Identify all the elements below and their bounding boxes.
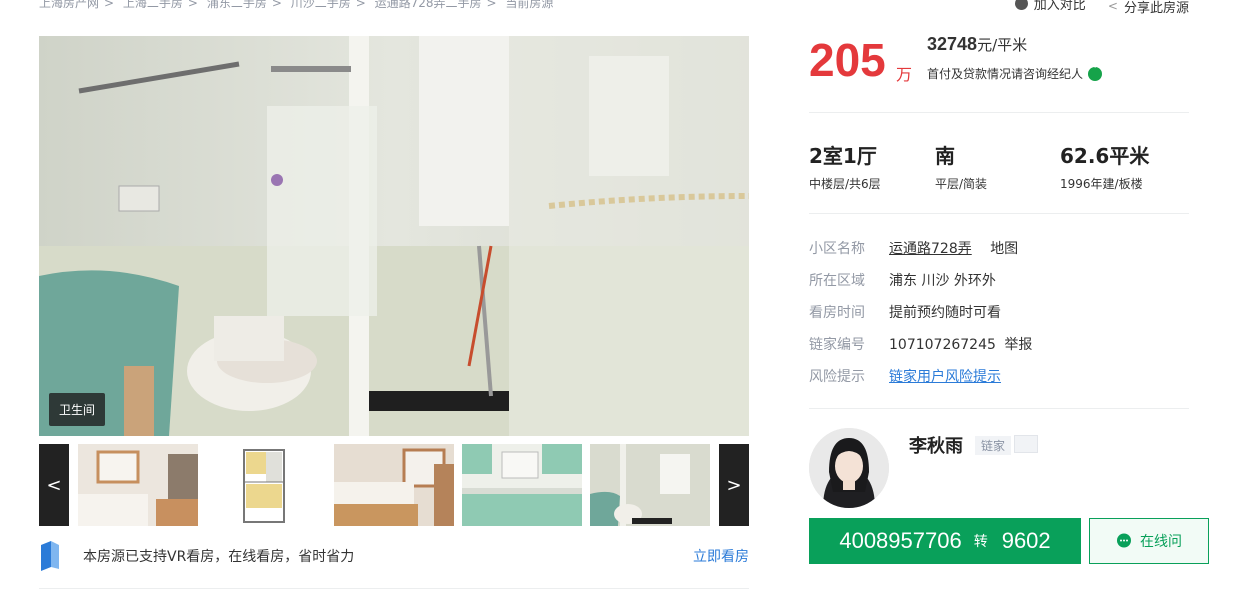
info-key: 看房时间 bbox=[809, 305, 865, 321]
spec-sub: 平层/简装 bbox=[935, 177, 988, 191]
breadcrumb-item[interactable]: 上海房产网 bbox=[39, 0, 99, 10]
vr-view-link[interactable]: 立即看房 bbox=[693, 546, 749, 566]
spec-area: 62.6平米 1996年建/板楼 bbox=[1060, 140, 1149, 192]
share-label: 分享此房源 bbox=[1123, 0, 1189, 16]
info-key: 所在区域 bbox=[809, 273, 865, 289]
photo-room-label: 卫生间 bbox=[49, 393, 106, 426]
breadcrumb: 上海房产网 > 上海二手房 > 浦东二手房 > 川沙二手房 > 运通路728弄二手房 > … bbox=[39, 0, 553, 11]
loan-tip-text: 首付及贷款情况请咨询经纪人 bbox=[927, 67, 1084, 81]
thumbnail-image bbox=[590, 444, 710, 526]
unit-price-value: 32748 bbox=[927, 34, 978, 54]
thumbnail-image bbox=[206, 444, 326, 526]
info-value: 提前预约随时可看 bbox=[889, 305, 1001, 321]
spec-orientation: 南 平层/简装 bbox=[935, 140, 987, 192]
online-chat-button[interactable]: 在线问 bbox=[1089, 518, 1209, 564]
info-risk: 风险提示 链家用户风险提示 bbox=[809, 366, 1001, 386]
thumbnail-image bbox=[78, 444, 198, 526]
loan-tip[interactable]: 首付及贷款情况请咨询经纪人 bbox=[927, 63, 1103, 82]
thumbnail-next-button[interactable]: > bbox=[719, 444, 749, 526]
spec-main: 62.6平米 bbox=[1060, 144, 1150, 168]
info-visit-time: 看房时间 提前预约随时可看 bbox=[809, 302, 1001, 322]
online-chat-label: 在线问 bbox=[1140, 534, 1182, 550]
map-link[interactable]: 地图 bbox=[990, 241, 1018, 257]
info-listing-id: 链家编号 107107267245 举报 bbox=[809, 334, 1032, 354]
extension-separator: 转 bbox=[973, 533, 988, 549]
compare-label: 加入对比 bbox=[1033, 0, 1086, 13]
thumbnail-floorplan[interactable] bbox=[206, 444, 326, 526]
divider bbox=[39, 588, 749, 589]
community-link[interactable]: 运通路728弄 bbox=[889, 241, 972, 257]
breadcrumb-item[interactable]: 川沙二手房 bbox=[291, 0, 351, 10]
spec-main: 南 bbox=[935, 144, 955, 168]
call-agent-button[interactable]: 4008957706 转 9602 bbox=[809, 518, 1081, 564]
breadcrumb-item[interactable]: 浦东二手房 bbox=[207, 0, 267, 10]
thumbnail-image bbox=[334, 444, 454, 526]
share-icon: < bbox=[1107, 0, 1118, 13]
chat-icon[interactable] bbox=[1088, 63, 1103, 81]
divider bbox=[809, 408, 1189, 409]
spec-layout: 2室1厅 中楼层/共6层 bbox=[809, 140, 881, 192]
avatar-image bbox=[809, 428, 889, 508]
vr-icon bbox=[41, 541, 59, 571]
thumbnail-bedroom-2[interactable] bbox=[334, 444, 454, 526]
vr-bar: 本房源已支持VR看房，在线看房，省时省力 立即看房 bbox=[39, 538, 749, 574]
info-area: 所在区域 浦东 川沙 外环外 bbox=[809, 270, 996, 290]
spec-sub: 中楼层/共6层 bbox=[809, 177, 881, 191]
breadcrumb-item[interactable]: 上海二手房 bbox=[123, 0, 183, 10]
vr-text: 本房源已支持VR看房，在线看房，省时省力 bbox=[83, 549, 355, 565]
thumbnail-strip: < > bbox=[39, 444, 749, 526]
unit-price-unit: 元/平米 bbox=[977, 36, 1028, 54]
info-key: 小区名称 bbox=[809, 241, 865, 257]
agent-name[interactable]: 李秋雨 bbox=[909, 432, 963, 458]
info-community: 小区名称 运通路728弄 地图 bbox=[809, 238, 1018, 258]
business-card-icon[interactable] bbox=[1014, 435, 1038, 453]
agent-phone: 4008957706 bbox=[839, 528, 962, 553]
total-price: 205 bbox=[809, 34, 886, 86]
compare-icon bbox=[1014, 0, 1028, 10]
divider bbox=[809, 213, 1189, 214]
thumbnail-bathroom[interactable] bbox=[590, 444, 710, 526]
share-button[interactable]: < 分享此房源 bbox=[1108, 0, 1189, 16]
spec-sub: 1996年建/板楼 bbox=[1060, 177, 1143, 191]
bathroom-photo bbox=[39, 36, 749, 436]
breadcrumb-item[interactable]: 运通路728弄二手房 bbox=[375, 0, 482, 10]
breadcrumb-current: 当前房源 bbox=[505, 0, 554, 10]
main-photo[interactable]: 卫生间 bbox=[39, 36, 749, 436]
thumbnail-image bbox=[462, 444, 582, 526]
compare-button[interactable]: 加入对比 bbox=[1014, 0, 1086, 13]
agent-extension: 9602 bbox=[1001, 528, 1051, 553]
total-price-unit: 万 bbox=[896, 65, 913, 84]
thumbnail-kitchen[interactable] bbox=[462, 444, 582, 526]
thumbnail-bedroom[interactable] bbox=[78, 444, 198, 526]
spec-main: 2室1厅 bbox=[809, 144, 877, 168]
info-value[interactable]: 浦东 川沙 外环外 bbox=[889, 270, 996, 290]
info-key: 风险提示 bbox=[809, 369, 865, 385]
unit-price: 32748元/平米 bbox=[927, 34, 1027, 55]
listing-id-value: 107107267245 bbox=[889, 337, 996, 353]
info-key: 链家编号 bbox=[809, 337, 865, 353]
divider bbox=[809, 112, 1189, 113]
report-link[interactable]: 举报 bbox=[1004, 337, 1032, 353]
top-actions: 加入对比 < 分享此房源 bbox=[997, 0, 1189, 16]
risk-tip-link[interactable]: 链家用户风险提示 bbox=[889, 369, 1001, 385]
agent-avatar[interactable] bbox=[809, 428, 889, 508]
chat-bubble-icon bbox=[1117, 533, 1131, 548]
thumbnail-prev-button[interactable]: < bbox=[39, 444, 69, 526]
agent-brand-tag: 链家 bbox=[975, 436, 1012, 455]
